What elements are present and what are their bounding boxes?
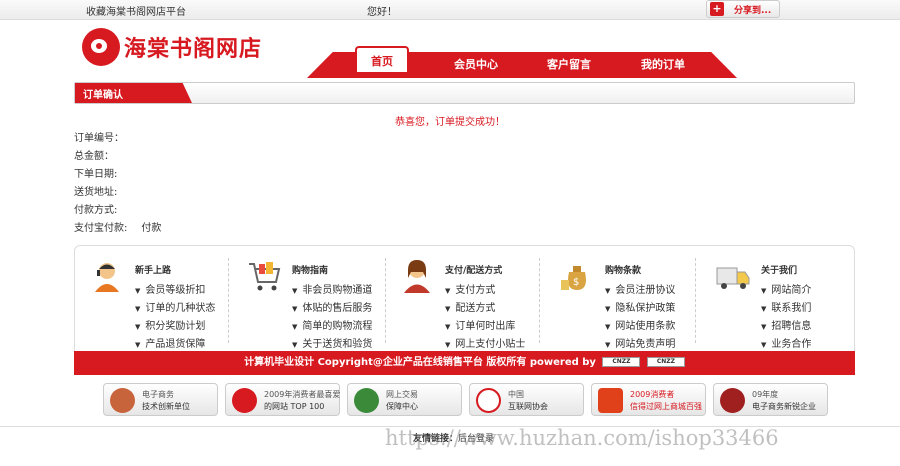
help-link[interactable]: ▼ 订单的几种状态 [135, 300, 215, 318]
alipay-pay-link[interactable]: 付款 [141, 223, 161, 234]
svg-text:$: $ [573, 277, 579, 288]
help-link[interactable]: ▼ 招聘信息 [761, 318, 811, 336]
trust-badge[interactable]: 中国 互联网协会 [469, 383, 584, 416]
top100-icon [232, 388, 257, 413]
help-column: 新手上路 ▼ 会员等级折扣 ▼ 订单的几种状态 ▼ 积分奖励计划 ▼ 产品退货保障 [75, 246, 230, 351]
order-fields: 订单编号： 总金额： 下单日期: 送货地址: 付款方式: 支付宝付款: 付款 [74, 130, 161, 238]
trust-badge[interactable]: 2009消费者 信得过网上商城百强 [591, 383, 706, 416]
help-center: 新手上路 ▼ 会员等级折扣 ▼ 订单的几种状态 ▼ 积分奖励计划 ▼ 产品退货保障 购物… [74, 245, 855, 352]
site-logo[interactable]: 海棠书阁网店 [82, 28, 262, 66]
help-link[interactable]: ▼ 非会员购物通道 [292, 282, 372, 300]
szis-seal-icon [110, 388, 135, 413]
nav-item-orders[interactable]: 我的订单 [641, 56, 685, 72]
success-message: 恭喜您，订单提交成功！ [395, 117, 505, 128]
trade-shield-icon [354, 388, 379, 413]
help-link[interactable]: ▼ 体贴的售后服务 [292, 300, 372, 318]
field-row: 下单日期: [74, 169, 118, 180]
help-link[interactable]: ▼ 网站使用条款 [605, 318, 675, 336]
support-agent-icon [404, 260, 430, 293]
money-bag-icon: $ [561, 266, 586, 290]
trust-badge[interactable]: 电子商务 技术创新单位 [103, 383, 218, 416]
favorite-link[interactable]: 收藏海棠书阁网店平台 [86, 3, 186, 18]
trust-badge[interactable]: 2009年消费者最喜爱 的网站 TOP 100 [225, 383, 340, 416]
field-row: 订单编号： [74, 133, 124, 144]
share-button[interactable]: + 分享到... [706, 0, 780, 18]
greeting-text: 您好！ [367, 7, 397, 18]
help-link[interactable]: ▼ 积分奖励计划 [135, 318, 215, 336]
share-label: 分享到... [734, 5, 772, 16]
trust-badge[interactable]: 09年度 电子商务新锐企业 [713, 383, 828, 416]
help-link[interactable]: ▼ 会员注册协议 [605, 282, 675, 300]
top-bar: 收藏海棠书阁网店平台 您好！ + 分享到... [0, 0, 900, 20]
help-link[interactable]: ▼ 隐私保护政策 [605, 300, 675, 318]
main-nav: 首页 会员中心 客户留言 我的订单 [307, 46, 737, 78]
help-link[interactable]: ▼ 配送方式 [445, 300, 525, 318]
shopping-cart-icon [249, 262, 281, 291]
logo-mark-icon [82, 28, 120, 66]
trust-badge[interactable]: 网上交易 保障中心 [347, 383, 462, 416]
help-link[interactable]: ▼ 简单的购物流程 [292, 318, 372, 336]
field-row: 送货地址: [74, 187, 118, 198]
award-seal-icon [720, 388, 745, 413]
copyright-text: 计算机毕业设计 Copyright@企业产品在线销售平台 版权所有 powere… [244, 357, 596, 368]
cnzz-badge[interactable]: CNZZ [602, 357, 641, 367]
help-link[interactable]: ▼ 会员等级折扣 [135, 282, 215, 300]
nav-item-home[interactable]: 首页 [355, 46, 409, 72]
help-column: 支付/配送方式 ▼ 支付方式 ▼ 配送方式 ▼ 订单何时出库 ▼ 网上支付小贴士 [385, 246, 540, 351]
cnzz-badge[interactable]: CNZZ [646, 357, 685, 367]
field-row: 总金额： [74, 151, 114, 162]
logo-text: 海棠书阁网店 [124, 37, 263, 62]
nav-item-message[interactable]: 客户留言 [547, 56, 591, 72]
watermark: https://www.huzhan.com/ishop33466 [385, 426, 779, 450]
help-column: $ 购物条款 ▼ 会员注册协议 ▼ 隐私保护政策 ▼ 网站使用条款 ▼ 网站免责声明 [545, 246, 700, 351]
order-confirm-panel: 订单确认 [74, 82, 855, 104]
help-link[interactable]: ▼ 联系我们 [761, 300, 811, 318]
help-link[interactable]: ▼ 支付方式 [445, 282, 525, 300]
help-link[interactable]: ▼ 订单何时出库 [445, 318, 525, 336]
help-column: 关于我们 ▼ 网站简介 ▼ 联系我们 ▼ 招聘信息 ▼ 业务合作 [701, 246, 856, 351]
nav-item-member[interactable]: 会员中心 [454, 56, 498, 72]
trust-b-icon [598, 388, 623, 413]
copyright-bar: 计算机毕业设计 Copyright@企业产品在线销售平台 版权所有 powere… [74, 351, 855, 375]
help-column: 购物指南 ▼ 非会员购物通道 ▼ 体贴的售后服务 ▼ 简单的购物流程 ▼ 关于送货和验货 [232, 246, 387, 351]
field-row: 付款方式: [74, 205, 118, 216]
delivery-truck-icon [716, 267, 750, 289]
help-link[interactable]: ▼ 网站简介 [761, 282, 811, 300]
panel-title: 订单确认 [75, 83, 192, 103]
isc-seal-icon [476, 388, 501, 413]
field-row: 支付宝付款: 付款 [74, 223, 162, 234]
customer-service-icon [95, 263, 119, 292]
plus-icon: + [710, 2, 724, 16]
